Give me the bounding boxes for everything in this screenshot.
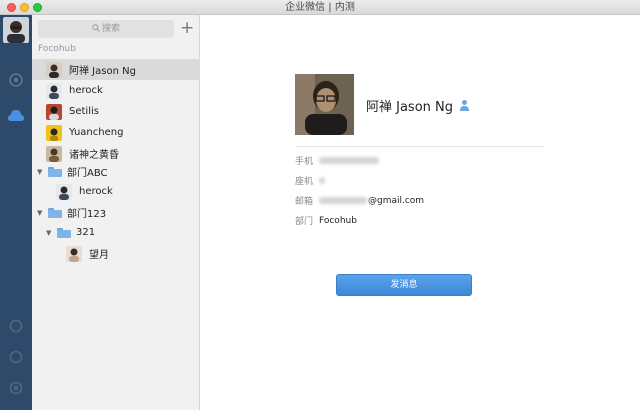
department-field: 部门 Focohub [295,214,357,228]
folder-icon [48,166,62,177]
contacts-panel: 搜索 + Focohub 阿禅 Jason Ng herock Setilis … [32,15,200,410]
department-item[interactable]: ▼ 部门ABC [32,161,200,182]
email-domain: @gmail.com [368,195,425,206]
contacts-icon[interactable] [7,106,25,124]
contact-name: herock [69,85,103,96]
apps-icon[interactable] [7,317,25,335]
window-title: 企业微信 | 内测 [285,2,355,13]
email-value[interactable]: @gmail.com [319,196,424,206]
expand-arrow-icon[interactable]: ▼ [37,209,45,217]
profile-photo [295,74,354,135]
navigation-rail [0,15,32,410]
contact-name: 阿禅 Jason Ng [69,66,136,77]
expand-arrow-icon[interactable]: ▼ [46,229,54,237]
folder-icon [48,207,62,218]
department-item[interactable]: ▼ 321 [32,222,200,243]
avatar [46,82,62,99]
department-name: 部门ABC [67,168,108,179]
contact-name-heading: 阿禅 Jason Ng [366,96,470,115]
contact-name: Yuancheng [69,127,124,138]
contact-item[interactable]: herock [32,80,200,101]
department-value: Focohub [319,215,357,226]
contact-name: herock [79,186,113,197]
minimize-window-button[interactable] [20,3,29,12]
contact-name: 望月 [89,250,109,261]
avatar [46,103,62,120]
landline-field: 座机 [295,174,325,187]
group-label: Focohub [38,44,76,54]
phone-value[interactable] [319,157,379,164]
avatar [46,145,62,162]
contact-item[interactable]: Setilis [32,101,200,122]
department-item[interactable]: ▼ 部门123 [32,202,200,223]
contact-name: Setilis [69,106,99,117]
avatar [56,183,72,200]
phone-field: 手机 [295,154,379,167]
search-icon [92,24,100,32]
app-window: 企业微信 | 内测 搜索 + Focohub 阿禅 Jason Ng heroc… [0,0,640,410]
zoom-window-button[interactable] [33,3,42,12]
search-input[interactable]: 搜索 [38,20,174,38]
contact-full-name: 阿禅 Jason Ng [366,100,454,115]
title-bar: 企业微信 | 内测 [0,0,640,15]
person-icon [459,100,470,111]
department-name: 321 [76,227,96,238]
landline-value [319,177,325,184]
contact-item[interactable]: herock [32,181,200,202]
avatar [66,245,82,262]
folder-icon [57,227,71,238]
email-field: 邮箱 @gmail.com [295,194,424,208]
contact-item[interactable]: 阿禅 Jason Ng [32,59,200,80]
contact-item[interactable]: 望月 [32,243,200,264]
divider [295,146,545,147]
add-contact-button[interactable]: + [180,18,194,38]
avatar [46,124,62,141]
expand-arrow-icon[interactable]: ▼ [37,168,45,176]
chat-icon[interactable] [7,71,25,89]
department-name: 部门123 [67,209,107,220]
avatar [46,61,62,78]
phone-label: 手机 [295,157,314,167]
my-avatar[interactable] [3,17,29,43]
settings-icon[interactable] [7,379,25,397]
favorites-icon[interactable] [7,348,25,366]
contact-name: 诸神之黄昏 [69,150,119,161]
landline-label: 座机 [295,177,314,187]
send-message-button[interactable]: 发消息 [336,274,472,296]
close-window-button[interactable] [7,3,16,12]
contact-item[interactable]: Yuancheng [32,122,200,143]
email-label: 邮箱 [295,197,314,207]
search-placeholder: 搜索 [101,24,120,34]
contact-detail-pane: 阿禅 Jason Ng 手机 座机 邮箱 @gmail.com 部门 Focoh… [200,15,640,410]
department-label: 部门 [295,217,314,227]
